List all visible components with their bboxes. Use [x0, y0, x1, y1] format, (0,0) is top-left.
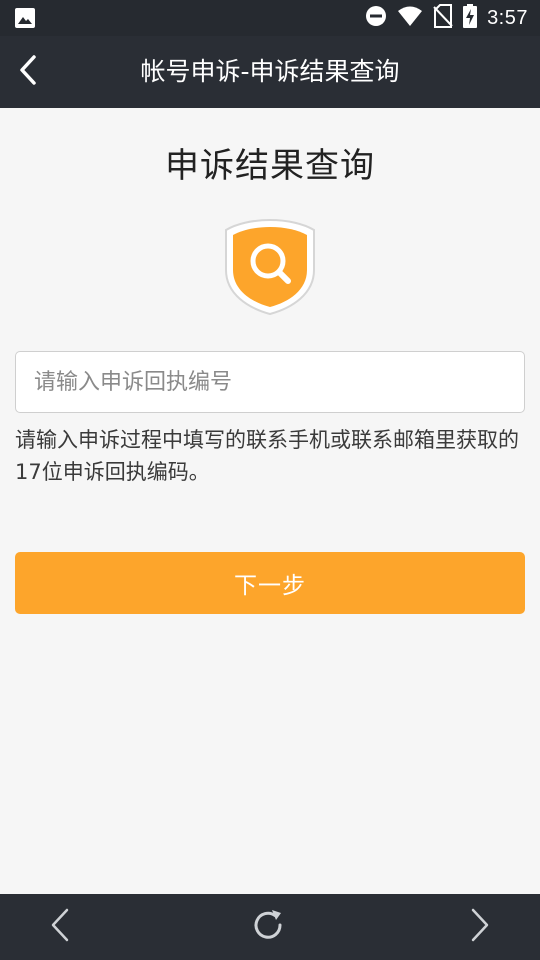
page-heading: 申诉结果查询 — [165, 146, 375, 186]
status-time: 3:57 — [487, 6, 528, 29]
nav-back-button[interactable] — [25, 894, 95, 960]
forward-icon — [470, 908, 490, 946]
status-bar: 3:57 — [0, 0, 540, 36]
next-button[interactable]: 下一步 — [15, 552, 525, 614]
no-sim-icon — [433, 4, 453, 32]
hint-text: 请输入申诉过程中填写的联系手机或联系邮箱里获取的17位申诉回执编码。 — [15, 428, 519, 484]
battery-charging-icon — [463, 4, 478, 32]
page-title: 帐号申诉-申诉结果查询 — [140, 57, 400, 86]
search-shield-icon — [222, 218, 318, 316]
back-icon — [50, 908, 70, 946]
wifi-icon — [397, 5, 423, 31]
main-content: 申诉结果查询 请输入申诉过程中填写的联系手机或联系邮箱里获取的17位申诉回执编码… — [0, 108, 540, 894]
gallery-icon — [14, 7, 36, 33]
refresh-icon — [250, 907, 286, 947]
receipt-number-input[interactable] — [15, 351, 525, 413]
nav-forward-button[interactable] — [445, 894, 515, 960]
title-bar: 帐号申诉-申诉结果查询 — [0, 36, 540, 108]
bottom-nav — [0, 894, 540, 960]
do-not-disturb-icon — [365, 5, 387, 31]
nav-refresh-button[interactable] — [233, 894, 303, 960]
